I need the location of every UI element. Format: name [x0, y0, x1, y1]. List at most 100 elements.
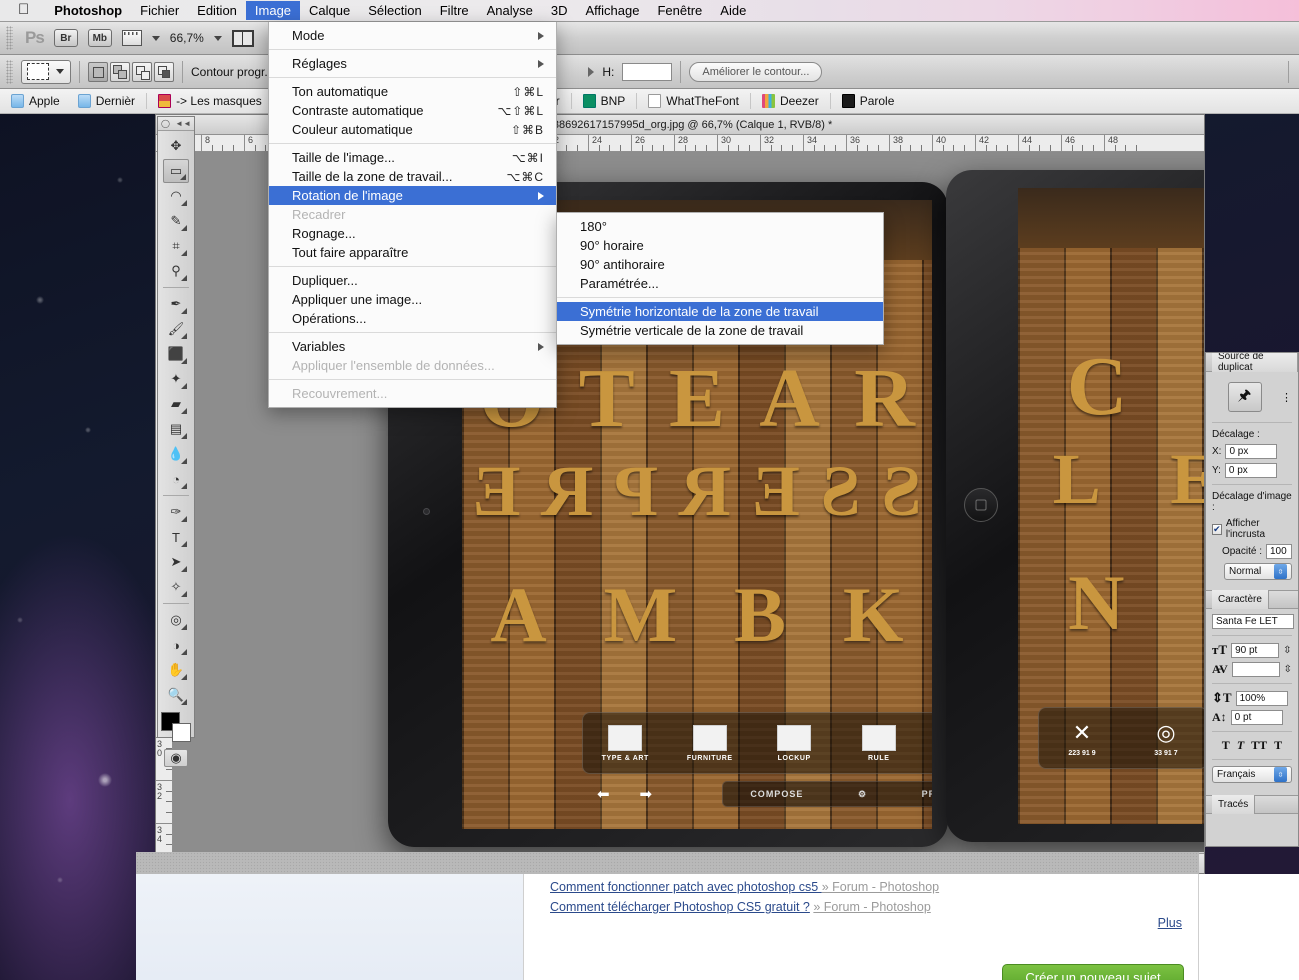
- quick-selection-tool[interactable]: ✎: [163, 209, 189, 233]
- bridge-button[interactable]: Br: [53, 29, 78, 47]
- smallcaps-button[interactable]: T: [1274, 738, 1282, 753]
- clone-stamp-source-button[interactable]: 🖈: [1227, 382, 1262, 412]
- bookmark-bnp[interactable]: BNP: [576, 92, 633, 110]
- menu-item-ton-automatique[interactable]: Ton automatique ⇧⌘L: [269, 82, 556, 101]
- font-size-dropdown-icon[interactable]: ⇳: [1283, 645, 1291, 656]
- offset-x-field[interactable]: 0 px: [1225, 444, 1278, 459]
- menu-item-90-horaire[interactable]: 90° horaire: [557, 236, 883, 255]
- menu-item-rotation-de-l-image[interactable]: Rotation de l'image: [269, 186, 556, 205]
- bookmark-derni-r[interactable]: Dernièr: [71, 92, 142, 110]
- kerning-dropdown-icon[interactable]: ⇳: [1284, 664, 1292, 675]
- menu-item-param-tr-e[interactable]: Paramétrée...: [557, 274, 883, 293]
- blend-mode-select[interactable]: Normal ⇳: [1224, 563, 1292, 580]
- font-size-field[interactable]: 90 pt: [1231, 642, 1280, 658]
- orbit-3d-tool[interactable]: ◑: [163, 633, 189, 657]
- menubar-item-photoshop[interactable]: Photoshop: [45, 1, 131, 20]
- menu-item-dupliquer[interactable]: Dupliquer...: [269, 271, 556, 290]
- eraser-tool[interactable]: ▰: [163, 392, 189, 416]
- healing-brush-tool[interactable]: ✒: [163, 292, 189, 316]
- refine-edge-button[interactable]: Améliorer le contour...: [689, 61, 823, 82]
- clone-stamp-tool[interactable]: ⬛: [163, 342, 189, 366]
- menu-item-sym-trie-horizontale-de-la-zone-de-travail[interactable]: Symétrie horizontale de la zone de trava…: [557, 302, 883, 321]
- paths-tab-label[interactable]: Tracés: [1212, 795, 1256, 814]
- character-tab-label[interactable]: Caractère: [1212, 590, 1269, 609]
- menu-item-rognage[interactable]: Rognage...: [269, 224, 556, 243]
- language-select[interactable]: Français ⇳: [1212, 766, 1292, 783]
- character-panel-tab[interactable]: Caractère: [1206, 590, 1298, 609]
- more-link[interactable]: Plus: [1158, 916, 1182, 930]
- height-input[interactable]: [622, 62, 673, 81]
- brush-tool[interactable]: 🖌: [163, 317, 189, 341]
- gradient-tool[interactable]: ▤: [163, 417, 189, 441]
- allcaps-button[interactable]: TT: [1251, 738, 1267, 753]
- chevron-right-icon[interactable]: [588, 66, 595, 77]
- toolbar-item[interactable]: LOCKUP: [752, 724, 837, 762]
- clone-source-tab-label[interactable]: Source de duplicat: [1212, 353, 1298, 373]
- menubar-item-3d[interactable]: 3D: [542, 1, 577, 20]
- menubar-item-filtre[interactable]: Filtre: [431, 1, 478, 20]
- ipad-home-button[interactable]: [964, 488, 998, 522]
- bookmark-whatthefont[interactable]: WhatTheFont: [641, 92, 746, 110]
- clone-source-panel-tab[interactable]: Source de duplicat: [1206, 353, 1298, 373]
- vertical-scale-field[interactable]: 100%: [1235, 690, 1288, 706]
- italic-button[interactable]: T: [1237, 738, 1244, 753]
- compose-label[interactable]: COMPOSE: [750, 789, 803, 799]
- offset-y-field[interactable]: 0 px: [1224, 463, 1277, 478]
- intersect-selection-button[interactable]: [154, 61, 174, 82]
- toolbar-item[interactable]: RULE: [837, 724, 922, 762]
- apple-icon[interactable]: : [18, 2, 29, 17]
- menu-item-contraste-automatique[interactable]: Contraste automatique ⌥⇧⌘L: [269, 101, 556, 120]
- result-link-2[interactable]: Comment télécharger Photoshop CS5 gratui…: [550, 900, 810, 914]
- result-source-1[interactable]: » Forum - Photoshop: [822, 880, 939, 894]
- chevron-down-icon[interactable]: [56, 69, 64, 74]
- result-source-2[interactable]: » Forum - Photoshop: [813, 900, 930, 914]
- show-overlay-checkbox[interactable]: ✔: [1212, 523, 1222, 535]
- baseline-shift-field[interactable]: 0 pt: [1230, 710, 1283, 725]
- menubar-item-fen-tre[interactable]: Fenêtre: [648, 1, 711, 20]
- opacity-field[interactable]: 100: [1266, 544, 1292, 559]
- eyedropper-tool[interactable]: ⚲: [163, 259, 189, 283]
- menu-item-op-rations[interactable]: Opérations...: [269, 309, 556, 328]
- menu-item-taille-de-l-image[interactable]: Taille de l'image... ⌥⌘I: [269, 148, 556, 167]
- zoom-level-selector[interactable]: 66,7%: [170, 31, 204, 45]
- color-swatches[interactable]: [161, 712, 191, 742]
- result-link-1[interactable]: Comment fonctionner patch avec photoshop…: [550, 880, 822, 894]
- collapse-arrows-icon[interactable]: ◄◄: [175, 119, 191, 128]
- move-tool-item[interactable]: ✕ 223 91 9: [1068, 720, 1095, 757]
- menu-item-couleur-automatique[interactable]: Couleur automatique ⇧⌘B: [269, 120, 556, 139]
- print-label[interactable]: PRINT: [922, 789, 932, 799]
- active-tool-preset-picker[interactable]: [21, 59, 71, 84]
- menu-item-r-glages[interactable]: Réglages: [269, 54, 556, 73]
- toolbar-item[interactable]: TYPE & ART: [583, 724, 668, 762]
- menubar-item-affichage[interactable]: Affichage: [577, 1, 649, 20]
- drag-grip-icon[interactable]: [6, 59, 13, 84]
- zoom-tool[interactable]: 🔍: [163, 683, 189, 707]
- arrange-documents-icon[interactable]: [231, 29, 254, 47]
- add-to-selection-button[interactable]: [110, 61, 130, 82]
- drag-grip-icon[interactable]: [6, 26, 13, 50]
- tools-palette-header[interactable]: ◯ ◄◄: [158, 117, 194, 131]
- new-topic-button[interactable]: Créer un nouveau sujet: [1002, 964, 1184, 980]
- background-color-swatch[interactable]: [172, 723, 191, 742]
- bookmark-deezer[interactable]: Deezer: [755, 92, 826, 110]
- chevron-down-icon[interactable]: [213, 35, 222, 41]
- gear-icon[interactable]: ⚙: [858, 789, 867, 800]
- menubar-item-edition[interactable]: Edition: [188, 1, 246, 20]
- menubar-item-calque[interactable]: Calque: [300, 1, 359, 20]
- lasso-tool[interactable]: ◠: [163, 184, 189, 208]
- menubar-item-aide[interactable]: Aide: [711, 1, 755, 20]
- menu-item-appliquer-une-image[interactable]: Appliquer une image...: [269, 290, 556, 309]
- custom-shape-tool[interactable]: ✧: [163, 575, 189, 599]
- bookmark-parole[interactable]: Parole: [835, 92, 902, 110]
- arrow-right-icon[interactable]: ➡: [639, 785, 652, 803]
- menu-item-sym-trie-verticale-de-la-zone-de-travail[interactable]: Symétrie verticale de la zone de travail: [557, 321, 883, 340]
- toolbar-item[interactable]: GALLEY TRAY: [921, 725, 932, 762]
- menubar-item-fichier[interactable]: Fichier: [131, 1, 188, 20]
- font-family-field[interactable]: Santa Fe LET: [1212, 614, 1294, 629]
- collapse-circle-icon[interactable]: ◯: [161, 119, 170, 128]
- path-selection-tool[interactable]: ➤: [163, 550, 189, 574]
- menubar-item-s-lection[interactable]: Sélection: [359, 1, 430, 20]
- menu-item-mode[interactable]: Mode: [269, 26, 556, 45]
- quick-mask-button[interactable]: ◉: [164, 749, 188, 767]
- history-brush-tool[interactable]: ✦: [163, 367, 189, 391]
